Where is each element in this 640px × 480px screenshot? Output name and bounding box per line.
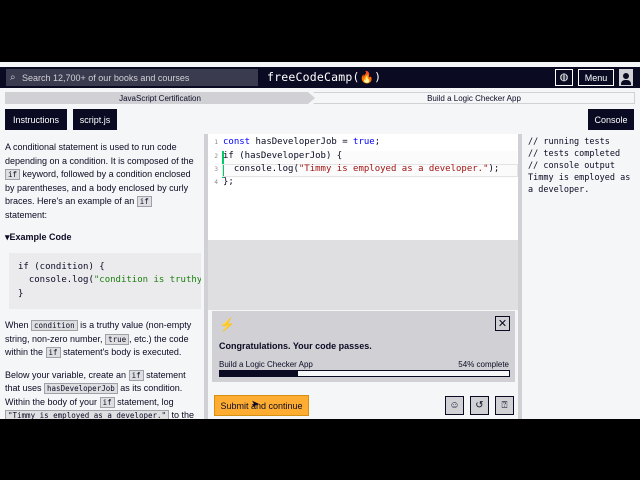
- breadcrumb-project[interactable]: Build a Logic Checker App: [313, 92, 635, 104]
- tab-instructions[interactable]: Instructions: [5, 109, 67, 130]
- breadcrumb-certification[interactable]: JavaScript Certification: [5, 92, 315, 104]
- instructions-paragraph-1: A conditional statement is used to run c…: [5, 142, 194, 220]
- reset-icon: ↺: [475, 400, 484, 411]
- console-output: // running tests // tests completed // c…: [522, 134, 640, 419]
- instructions-pane: A conditional statement is used to run c…: [0, 134, 201, 419]
- language-globe-button[interactable]: ◍: [555, 69, 573, 86]
- navbar: ⌕ freeCodeCamp(🔥) ◍ Menu: [0, 67, 640, 88]
- instructions-paragraph-3: Below your variable, create an if statem…: [5, 369, 195, 419]
- avatar[interactable]: [619, 69, 633, 86]
- inline-code: if: [136, 196, 152, 207]
- inline-code: hasDeveloperJob: [44, 383, 118, 394]
- progress-bar: [219, 370, 510, 377]
- menu-button[interactable]: Menu: [578, 69, 614, 86]
- user-head-icon: [623, 73, 629, 79]
- breadcrumb: JavaScript Certification Build a Logic C…: [5, 92, 635, 104]
- letterbox-top: [0, 0, 640, 62]
- letterbox-bottom: [0, 419, 640, 480]
- help-icon: ☺: [449, 400, 460, 411]
- code-line[interactable]: 3 console.log("Timmy is employed as a de…: [208, 164, 518, 177]
- search-icon: ⌕: [10, 72, 16, 83]
- code-line[interactable]: 1 const hasDeveloperJob = true;: [208, 137, 518, 150]
- inline-code: if: [128, 369, 144, 381]
- progress-bar-fill: [220, 371, 299, 376]
- close-button[interactable]: ✕: [495, 316, 510, 331]
- mouse-cursor-icon: ➤: [251, 399, 260, 410]
- search-input[interactable]: [22, 72, 252, 83]
- globe-icon: ◍: [559, 72, 569, 83]
- inline-code: if: [5, 169, 21, 180]
- lightning-icon: ⚡: [219, 317, 236, 332]
- chat-icon: ⍰: [501, 400, 508, 411]
- fcc-logo[interactable]: freeCodeCamp(🔥): [267, 70, 381, 84]
- example-code-block: if (condition) { console.log("condition …: [9, 252, 201, 309]
- app-window: ⌕ freeCodeCamp(🔥) ◍ Menu JavaScript Cert…: [0, 62, 640, 419]
- close-icon: ✕: [497, 318, 508, 330]
- help-button[interactable]: ☺: [445, 396, 464, 415]
- progress-percent: 54% complete: [458, 360, 509, 369]
- success-panel: ⚡ ✕ Congratulations. Your code passes. B…: [212, 311, 515, 382]
- success-message: Congratulations. Your code passes.: [219, 341, 372, 351]
- console-line: // running tests: [528, 137, 610, 147]
- reset-button[interactable]: ↺: [470, 396, 489, 415]
- tab-script-js[interactable]: script.js: [73, 109, 117, 130]
- search-box[interactable]: ⌕: [6, 69, 258, 86]
- editor-lower-area: [208, 240, 518, 310]
- code-line[interactable]: 4};: [208, 177, 518, 190]
- code-line[interactable]: 2 if (hasDeveloperJob) {: [208, 151, 518, 164]
- example-code-toggle[interactable]: ▾Example Code: [5, 231, 196, 245]
- progress-course-name: Build a Logic Checker App: [219, 360, 313, 369]
- inline-code: condition: [31, 320, 78, 331]
- console-line: Timmy is employed as a developer.: [528, 173, 636, 195]
- submit-and-continue-button[interactable]: Submit and continue: [214, 395, 309, 416]
- inline-code: "Timmy is employed as a developer.": [5, 410, 170, 419]
- console-line: // console output: [528, 161, 615, 171]
- report-bug-button[interactable]: ⍰: [495, 396, 514, 415]
- inline-code: true: [105, 333, 130, 345]
- instructions-paragraph-2: When condition is a truthy value (non-em…: [5, 320, 192, 358]
- tab-console[interactable]: Console: [588, 109, 634, 130]
- user-body-icon: [621, 80, 631, 85]
- inline-code: if: [45, 347, 61, 358]
- inline-code: if: [99, 396, 115, 408]
- console-line: // tests completed: [528, 149, 621, 159]
